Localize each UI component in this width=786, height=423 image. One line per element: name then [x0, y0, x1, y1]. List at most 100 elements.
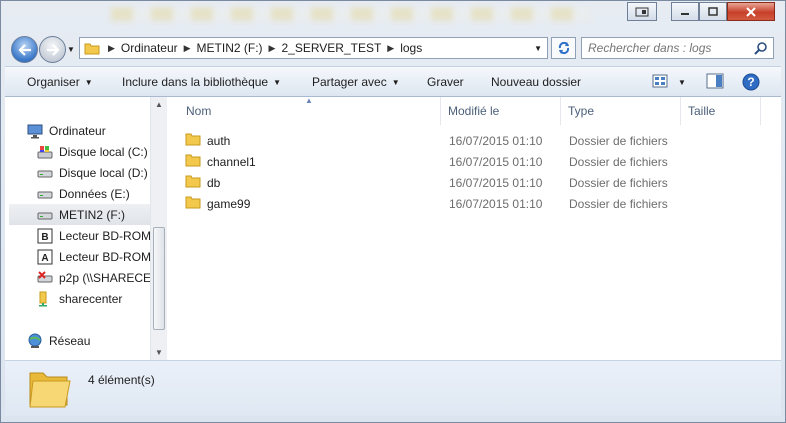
- column-header-type[interactable]: Type: [561, 97, 681, 125]
- nav-item-drive-e[interactable]: Données (E:): [37, 183, 150, 204]
- table-row[interactable]: auth 16/07/2015 01:10 Dossier de fichier…: [185, 130, 745, 151]
- drive-icon: [37, 186, 53, 202]
- view-options-button[interactable]: [652, 73, 670, 92]
- nav-item-drive-f[interactable]: METIN2 (F:): [9, 204, 150, 225]
- explorer-window: ▼ ▶ Ordinateur ▶ METIN2 (F:) ▶ 2_SERVER_…: [0, 0, 786, 423]
- chevron-down-icon: ▼: [391, 78, 400, 87]
- folder-icon: [84, 43, 100, 55]
- view-icon: [652, 74, 668, 88]
- organize-menu[interactable]: Organiser ▼: [27, 75, 93, 89]
- nav-label: Ordinateur: [49, 123, 106, 138]
- breadcrumb-separator-icon[interactable]: ▶: [182, 43, 193, 54]
- network-globe-icon: [27, 333, 43, 349]
- restore-icon: [708, 6, 718, 16]
- file-modified: 16/07/2015 01:10: [449, 134, 543, 148]
- file-type: Dossier de fichiers: [569, 155, 668, 169]
- nav-label: Lecteur BD-ROM: [59, 228, 150, 243]
- breadcrumb-separator-icon[interactable]: ▶: [267, 43, 278, 54]
- computer-icon: [27, 123, 43, 139]
- drive-icon: [37, 165, 53, 181]
- window-icon: [635, 7, 649, 16]
- svg-text:B: B: [41, 232, 48, 243]
- system-drive-icon: [37, 144, 53, 160]
- column-header-size[interactable]: Taille: [681, 97, 761, 125]
- details-pane: 4 élément(s): [5, 360, 781, 416]
- column-label: Modifié le: [448, 104, 500, 118]
- breadcrumb-separator-icon[interactable]: ▶: [106, 43, 117, 54]
- minimize-icon: [681, 12, 689, 15]
- nav-item-drive-d[interactable]: Disque local (D:): [37, 162, 150, 183]
- breadcrumb-logs[interactable]: logs: [396, 41, 426, 55]
- preview-pane-button[interactable]: [706, 73, 724, 92]
- nav-item-sharecenter[interactable]: sharecenter: [37, 288, 150, 309]
- file-list: ▲ Nom Modifié le Type Taille auth 16/07/…: [167, 96, 781, 360]
- address-dropdown-icon[interactable]: ▼: [534, 44, 542, 53]
- folder-icon: [185, 133, 201, 146]
- restore-button[interactable]: [699, 2, 727, 21]
- folder-icon: [185, 175, 201, 188]
- scroll-down-icon[interactable]: ▼: [155, 348, 163, 357]
- arrow-right-icon: [46, 43, 60, 56]
- file-name: game99: [207, 197, 251, 211]
- bd-rom-icon: B: [37, 228, 53, 244]
- nav-item-computer[interactable]: Ordinateur: [27, 120, 150, 141]
- refresh-button[interactable]: [551, 37, 576, 59]
- breadcrumb-server-test[interactable]: 2_SERVER_TEST: [277, 41, 385, 55]
- close-button[interactable]: [727, 2, 775, 21]
- help-button[interactable]: ?: [742, 73, 760, 94]
- blurred-title-area: [111, 7, 591, 21]
- nav-scrollbar[interactable]: ▲ ▼: [150, 97, 167, 360]
- file-name: db: [207, 176, 221, 190]
- nav-item-bd-rom-2[interactable]: A Lecteur BD-ROM: [37, 246, 150, 267]
- title-bar[interactable]: [1, 1, 786, 31]
- nav-label: sharecenter: [59, 291, 123, 306]
- scroll-up-icon[interactable]: ▲: [155, 100, 163, 109]
- extra-window-button[interactable]: [627, 2, 657, 21]
- chevron-down-icon: ▼: [84, 78, 93, 87]
- burn-button[interactable]: Graver: [427, 75, 464, 89]
- large-folder-icon: [29, 372, 71, 408]
- table-row[interactable]: db 16/07/2015 01:10 Dossier de fichiers: [185, 172, 745, 193]
- nav-label: Disque local (C:): [59, 144, 148, 159]
- organize-label: Organiser: [27, 75, 80, 89]
- nav-label: Réseau: [49, 333, 91, 348]
- history-dropdown-icon[interactable]: ▼: [67, 45, 75, 54]
- search-input[interactable]: [588, 40, 748, 56]
- nav-item-bd-rom-1[interactable]: B Lecteur BD-ROM: [37, 225, 150, 246]
- include-library-menu[interactable]: Inclure dans la bibliothèque ▼: [122, 75, 281, 89]
- new-folder-button[interactable]: Nouveau dossier: [491, 75, 581, 89]
- back-button[interactable]: [11, 36, 38, 63]
- minimize-button[interactable]: [671, 2, 699, 21]
- navigation-pane: Ordinateur Disque local (C:) Disque loca…: [5, 97, 150, 360]
- scrollbar-thumb[interactable]: [153, 227, 165, 330]
- folder-icon: [185, 196, 201, 209]
- network-folder-icon: [37, 291, 53, 307]
- file-modified: 16/07/2015 01:10: [449, 155, 543, 169]
- nav-item-network-drive[interactable]: p2p (\\SHARECEN: [37, 267, 150, 288]
- address-row: ▼ ▶ Ordinateur ▶ METIN2 (F:) ▶ 2_SERVER_…: [1, 31, 786, 65]
- view-dropdown-icon[interactable]: ▼: [678, 78, 686, 87]
- address-bar[interactable]: ▶ Ordinateur ▶ METIN2 (F:) ▶ 2_SERVER_TE…: [79, 37, 548, 59]
- search-box[interactable]: [581, 37, 774, 59]
- file-name: channel1: [207, 155, 256, 169]
- nav-item-drive-c[interactable]: Disque local (C:): [37, 141, 150, 162]
- column-header-name[interactable]: Nom: [179, 97, 441, 125]
- table-row[interactable]: game99 16/07/2015 01:10 Dossier de fichi…: [185, 193, 745, 214]
- file-type: Dossier de fichiers: [569, 176, 668, 190]
- breadcrumb-drive[interactable]: METIN2 (F:): [193, 41, 267, 55]
- nav-label: Données (E:): [59, 186, 130, 201]
- drive-icon: [37, 207, 53, 223]
- search-icon[interactable]: [754, 41, 768, 55]
- breadcrumb-separator-icon[interactable]: ▶: [385, 43, 396, 54]
- nav-item-network[interactable]: Réseau: [27, 330, 150, 351]
- table-row[interactable]: channel1 16/07/2015 01:10 Dossier de fic…: [185, 151, 745, 172]
- svg-text:A: A: [41, 253, 48, 264]
- disconnected-network-drive-icon: [37, 270, 53, 286]
- forward-button[interactable]: [39, 36, 66, 63]
- help-icon: ?: [742, 73, 760, 91]
- column-label: Taille: [688, 104, 716, 118]
- item-count: 4 élément(s): [88, 373, 155, 387]
- column-header-modified[interactable]: Modifié le: [441, 97, 561, 125]
- breadcrumb-computer[interactable]: Ordinateur: [117, 41, 182, 55]
- share-menu[interactable]: Partager avec ▼: [312, 75, 400, 89]
